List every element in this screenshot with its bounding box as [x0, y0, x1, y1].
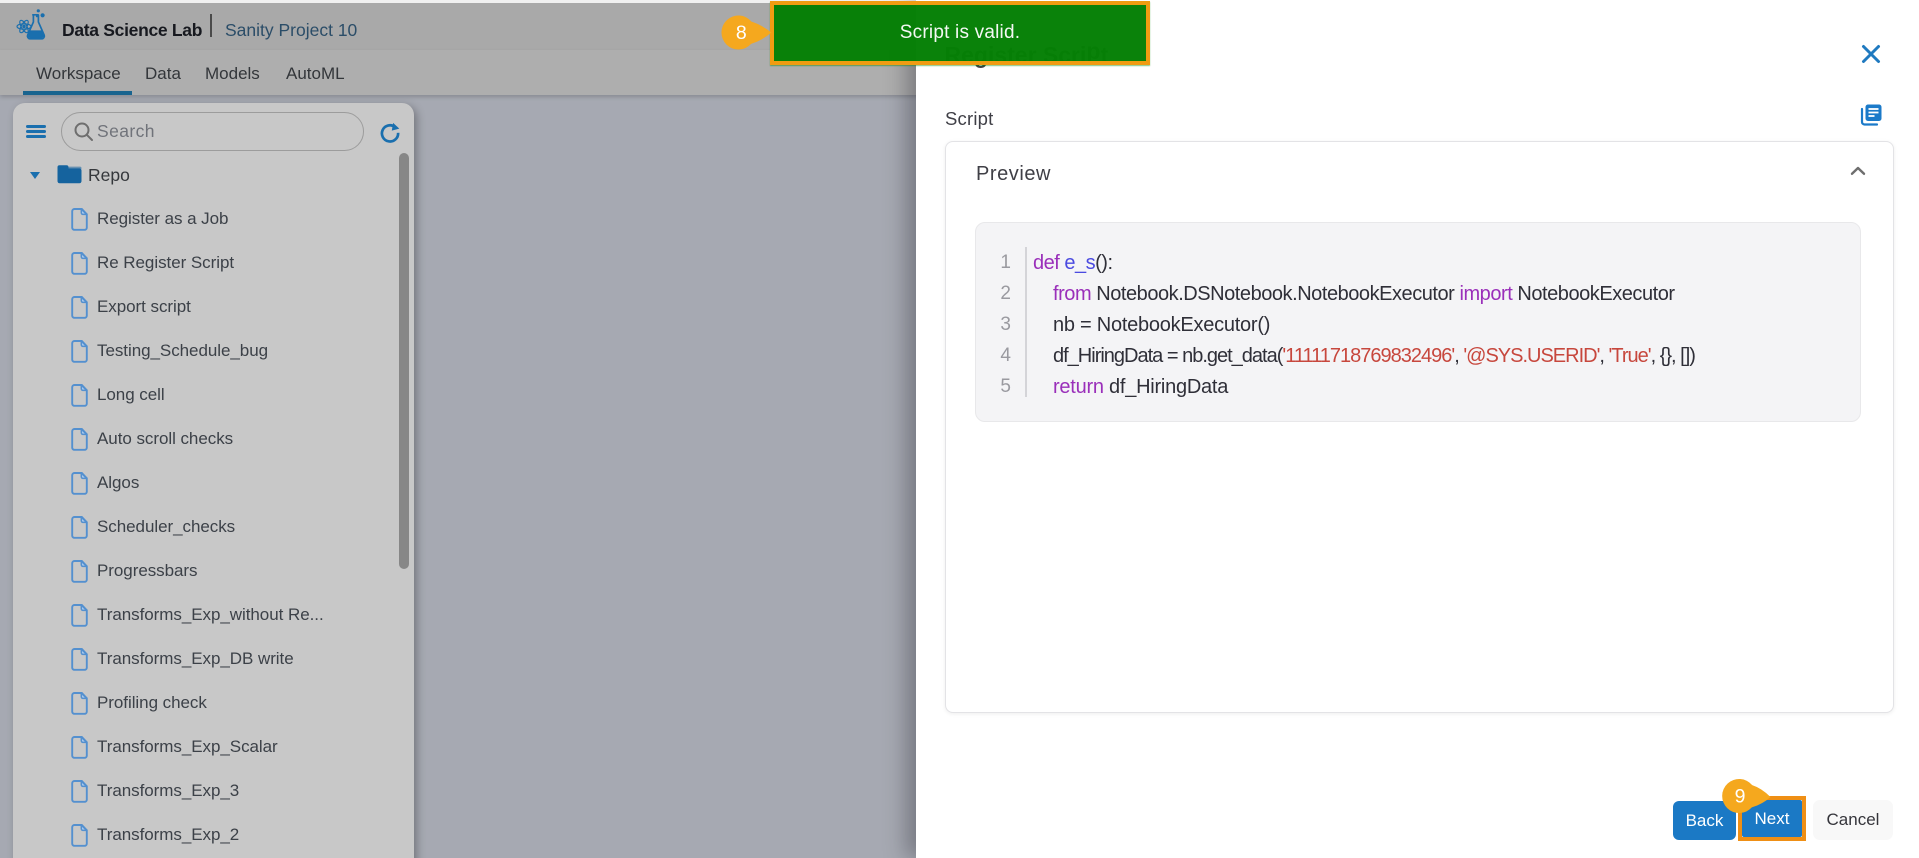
svg-text:9: 9: [1734, 786, 1745, 808]
svg-text:8: 8: [736, 22, 747, 44]
